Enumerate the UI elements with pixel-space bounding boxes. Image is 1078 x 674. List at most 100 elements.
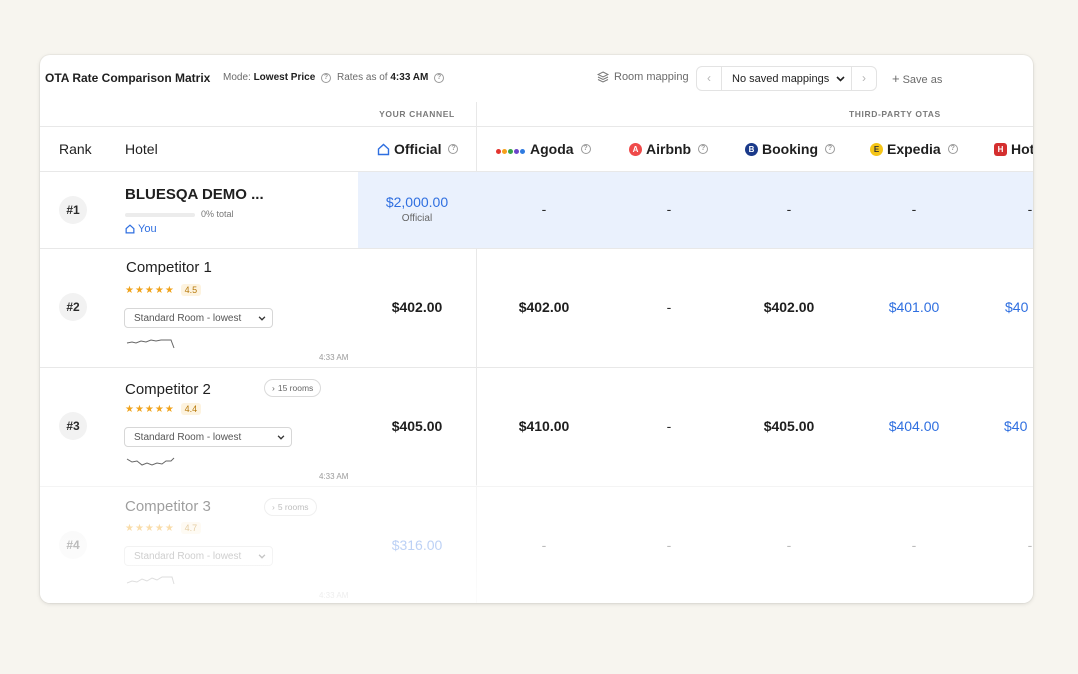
ota-price: -	[541, 537, 547, 553]
airbnb-icon: A	[629, 142, 642, 156]
save-as-button[interactable]: + Save as	[892, 71, 942, 86]
rating-value: 4.4	[180, 403, 202, 415]
ota-price[interactable]: $402.00	[729, 299, 849, 315]
hotel-name[interactable]: BLUESQA DEMO ...	[125, 186, 264, 203]
help-icon[interactable]: ?	[698, 144, 709, 154]
column-header-expedia[interactable]: E Expedia ?	[870, 141, 958, 157]
booking-label: Booking	[762, 141, 818, 157]
star-rating: ★★★★★ 4.4	[125, 403, 202, 415]
column-header-hotel[interactable]: Hotel	[125, 141, 158, 157]
column-header-official[interactable]: Official ?	[377, 141, 459, 157]
room-mapping-label: Room mapping	[614, 71, 689, 83]
next-mapping-button[interactable]: ›	[852, 67, 876, 90]
chevron-right-icon: ›	[862, 71, 866, 85]
last-updated-time: 4:33 AM	[319, 353, 349, 362]
ota-price[interactable]: $404.00	[854, 418, 974, 434]
airbnb-label: Airbnb	[646, 141, 692, 157]
last-updated-time: 4:33 AM	[319, 591, 349, 600]
stars-icon: ★★★★★	[125, 404, 175, 415]
rates-time: 4:33 AM	[390, 72, 429, 83]
rank-badge: #2	[59, 293, 87, 321]
column-header-agoda[interactable]: Agoda ?	[496, 141, 591, 157]
rating-value: 4.7	[180, 522, 202, 534]
hotel-name[interactable]: Competitor 1	[126, 259, 212, 276]
ota-price[interactable]: $40	[1004, 418, 1027, 434]
ota-price: -	[911, 201, 917, 217]
hotels-label: Hot	[1011, 141, 1033, 157]
rank-badge: #3	[59, 412, 87, 440]
chevron-down-icon	[258, 553, 266, 559]
room-type-select[interactable]: Standard Room - lowest	[124, 546, 273, 566]
price-sparkline	[126, 339, 175, 349]
column-header-booking[interactable]: B Booking ?	[745, 141, 835, 157]
rooms-count: 5 rooms	[277, 502, 309, 512]
official-price[interactable]: $402.00	[357, 299, 477, 315]
official-price[interactable]: $316.00	[357, 537, 477, 553]
rate-matrix-card: OTA Rate Comparison Matrix Mode: Lowest …	[40, 55, 1033, 603]
share-label: 0% total	[201, 209, 234, 219]
divider	[40, 367, 1033, 368]
hotel-name[interactable]: Competitor 3	[125, 498, 211, 515]
column-header-rank[interactable]: Rank	[59, 141, 92, 157]
ota-price: -	[1027, 201, 1033, 217]
ota-price: -	[786, 537, 792, 553]
mode-value: Lowest Price	[253, 72, 316, 83]
mapping-navigator: ‹ No saved mappings ›	[696, 66, 877, 91]
divider	[40, 126, 1033, 127]
rooms-expander[interactable]: › 5 rooms	[264, 498, 317, 516]
column-header-airbnb[interactable]: A Airbnb ?	[629, 141, 709, 157]
room-mapping-button[interactable]: Room mapping	[597, 71, 689, 83]
home-icon	[377, 143, 390, 155]
help-icon[interactable]: ?	[448, 144, 459, 154]
mapping-select-value: No saved mappings	[732, 72, 830, 85]
room-type-select[interactable]: Standard Room - lowest	[124, 427, 292, 447]
you-label: You	[138, 223, 157, 235]
chevron-down-icon	[836, 75, 845, 82]
agoda-label: Agoda	[530, 141, 574, 157]
column-header-hotels[interactable]: H Hot	[994, 141, 1033, 157]
help-icon[interactable]: ?	[825, 144, 835, 154]
price-sparkline	[126, 576, 175, 585]
help-icon[interactable]: ?	[434, 73, 445, 83]
ota-price[interactable]: $410.00	[484, 418, 604, 434]
ota-price: -	[666, 201, 672, 217]
official-price[interactable]: $2,000.00	[357, 194, 477, 210]
help-icon[interactable]: ?	[947, 144, 958, 154]
rates-label: Rates as of	[337, 72, 388, 83]
rooms-expander[interactable]: › 15 rooms	[264, 379, 322, 397]
home-icon	[125, 224, 135, 234]
price-sparkline	[126, 457, 175, 466]
you-badge: You	[125, 223, 157, 235]
ota-price[interactable]: $402.00	[484, 299, 604, 315]
ota-price[interactable]: $40	[1005, 299, 1028, 315]
official-sub-label: Official	[401, 213, 433, 224]
rank-badge: #4	[59, 531, 87, 559]
stars-icon: ★★★★★	[125, 523, 175, 534]
star-rating: ★★★★★ 4.7	[125, 522, 202, 534]
ota-price: -	[666, 418, 672, 434]
stars-icon: ★★★★★	[125, 285, 175, 296]
rooms-count: 15 rooms	[277, 383, 314, 393]
hotels-icon: H	[994, 142, 1007, 156]
mapping-select[interactable]: No saved mappings	[721, 67, 852, 90]
official-price[interactable]: $405.00	[357, 418, 477, 434]
help-icon[interactable]: ?	[580, 144, 591, 154]
chevron-right-icon: ›	[272, 383, 275, 393]
ota-price: -	[911, 537, 917, 553]
chevron-down-icon	[258, 315, 266, 321]
ota-price: -	[1027, 537, 1033, 553]
hotel-name[interactable]: Competitor 2	[125, 381, 211, 398]
page-title: OTA Rate Comparison Matrix	[45, 71, 211, 85]
ota-price: -	[541, 201, 547, 217]
prev-mapping-button[interactable]: ‹	[697, 67, 721, 90]
expedia-icon: E	[870, 142, 883, 156]
mode-label: Mode:	[223, 72, 251, 83]
help-icon[interactable]: ?	[321, 73, 332, 83]
chevron-down-icon	[277, 434, 285, 440]
rates-timestamp: Rates as of 4:33 AM ?	[337, 72, 445, 83]
ota-price[interactable]: $405.00	[729, 418, 849, 434]
expedia-label: Expedia	[887, 141, 941, 157]
room-type-select[interactable]: Standard Room - lowest	[124, 308, 273, 328]
your-channel-group-label: YOUR CHANNEL	[379, 109, 455, 119]
ota-price[interactable]: $401.00	[854, 299, 974, 315]
